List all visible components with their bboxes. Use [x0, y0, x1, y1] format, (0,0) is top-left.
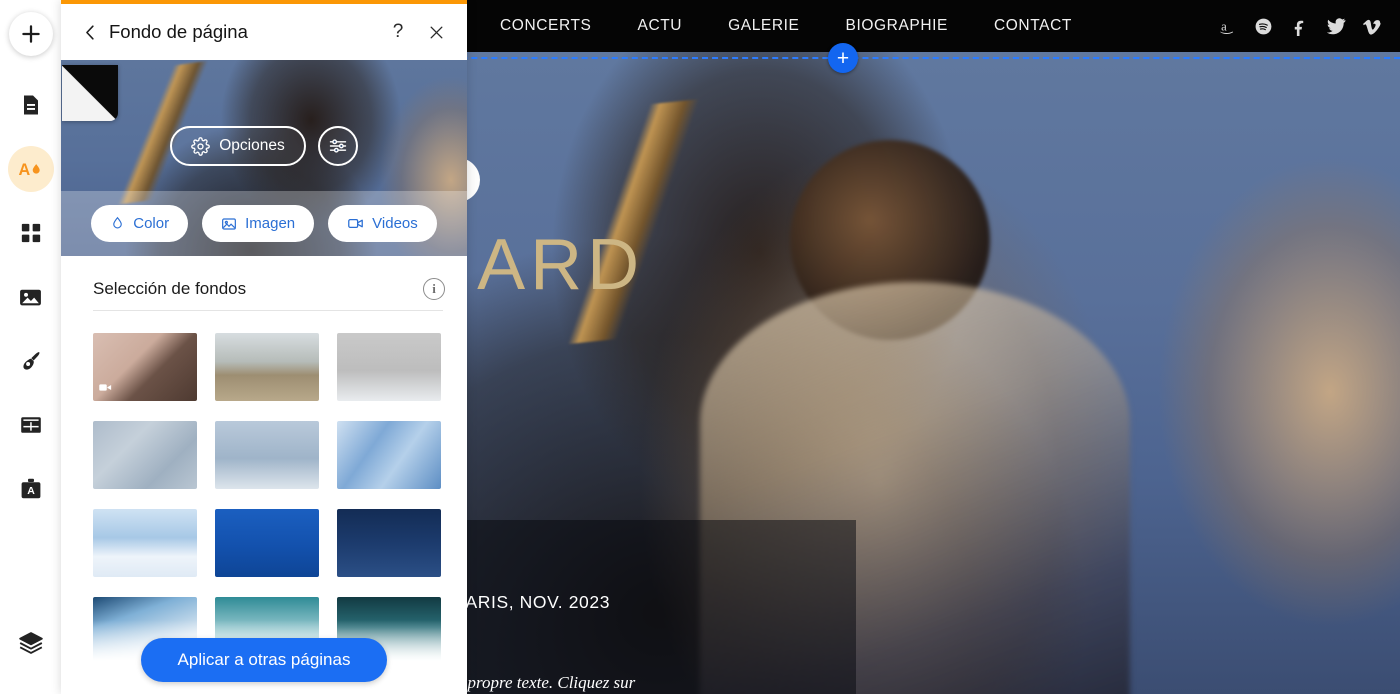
theme-letter-a-droplet-icon: A — [18, 161, 40, 179]
chevron-left-icon — [85, 24, 94, 40]
sliders-icon — [329, 139, 346, 153]
amazon-icon[interactable]: a — [1218, 17, 1237, 36]
tab-color[interactable]: Color — [91, 205, 189, 242]
sidebar-item-blog[interactable] — [8, 338, 54, 384]
image-icon — [20, 289, 41, 305]
social-links: a — [1218, 16, 1382, 36]
close-icon — [430, 26, 442, 38]
add-section-button[interactable]: + — [828, 43, 858, 73]
briefcase-a-icon: A — [21, 478, 40, 499]
editor-tool-rail: A A — [0, 0, 61, 694]
section-header: Selección de fondos i — [61, 256, 467, 310]
add-element-button[interactable] — [8, 12, 53, 56]
thumb-glass-towers[interactable] — [337, 421, 441, 489]
back-button[interactable] — [75, 23, 105, 42]
close-button[interactable] — [425, 21, 447, 43]
sidebar-item-pages[interactable] — [8, 82, 54, 128]
droplet-icon — [113, 216, 123, 229]
sidebar-item-apps[interactable] — [8, 210, 54, 256]
image-icon — [222, 217, 237, 230]
nav-item-biographie[interactable]: BIOGRAPHIE — [846, 17, 948, 35]
color-swatch[interactable] — [62, 65, 118, 121]
help-button[interactable]: ? — [387, 21, 409, 43]
apply-to-other-pages-button[interactable]: Aplicar a otras páginas — [141, 638, 387, 682]
layers-icon — [18, 632, 43, 654]
sidebar-item-branding[interactable]: A — [8, 466, 54, 512]
site-nav: CONCERTS ACTU GALERIE BIOGRAPHIE CONTACT — [500, 17, 1072, 35]
svg-text:a: a — [1221, 19, 1227, 33]
panel-title: Fondo de página — [109, 21, 248, 42]
twitter-icon[interactable] — [1326, 16, 1346, 36]
panel-header: Fondo de página ? — [61, 4, 467, 60]
svg-text:A: A — [18, 161, 30, 179]
adjust-button[interactable] — [317, 126, 358, 166]
facebook-icon[interactable] — [1290, 17, 1309, 36]
thumb-dancer-blue[interactable] — [215, 421, 319, 489]
thumb-tennis-player[interactable] — [337, 509, 441, 577]
sidebar-item-layers[interactable] — [8, 620, 54, 666]
nav-item-contact[interactable]: CONTACT — [994, 17, 1072, 35]
tab-videos[interactable]: Videos — [328, 205, 437, 242]
background-preview[interactable]: Opciones Color Imagen Videos — [61, 60, 467, 256]
thumb-branch-shadow[interactable] — [93, 333, 197, 401]
tab-imagen-label: Imagen — [245, 215, 296, 232]
panel-header-actions: ? — [387, 21, 453, 43]
preview-action-row: Opciones — [61, 126, 467, 166]
spotify-icon[interactable] — [1254, 17, 1273, 36]
table-layout-icon — [20, 417, 41, 433]
thumb-lemon-splash[interactable] — [215, 509, 319, 577]
grid-squares-icon — [21, 223, 40, 243]
background-thumbnail-grid — [61, 311, 467, 665]
tab-color-label: Color — [133, 215, 170, 232]
thumb-mountain-cabin[interactable] — [215, 333, 319, 401]
svg-text:A: A — [27, 485, 35, 497]
background-type-tabs: Color Imagen Videos — [61, 191, 467, 256]
video-camera-icon — [348, 218, 364, 229]
options-button-label: Opciones — [219, 137, 285, 154]
vimeo-icon[interactable] — [1363, 17, 1382, 36]
thumb-santorini[interactable] — [93, 509, 197, 577]
panel-scroll-body[interactable]: Selección de fondos i Aplicar a otras pá… — [61, 256, 467, 694]
sidebar-item-media[interactable] — [8, 274, 54, 320]
saxophone-shape — [493, 94, 767, 350]
tab-videos-label: Videos — [372, 215, 418, 232]
thumb-sculpture-grey[interactable] — [337, 333, 441, 401]
editor-window: IE BERNARD tiste. Compositeur TROMPETTE … — [0, 0, 1400, 694]
thumb-glasses-pattern[interactable] — [93, 421, 197, 489]
section-title: Selección de fondos — [93, 279, 247, 298]
options-button[interactable]: Opciones — [170, 126, 306, 166]
sidebar-item-layouts[interactable] — [8, 402, 54, 448]
video-camera-icon — [98, 380, 113, 395]
tab-imagen[interactable]: Imagen — [202, 205, 315, 242]
nav-item-galerie[interactable]: GALERIE — [728, 17, 799, 35]
nav-item-concerts[interactable]: CONCERTS — [500, 17, 592, 35]
plus-icon — [21, 25, 40, 43]
page-background-panel: Fondo de página ? Opciones Color Imagen … — [61, 0, 467, 694]
pen-nib-icon — [23, 351, 40, 370]
gear-icon — [191, 136, 211, 156]
info-icon[interactable]: i — [423, 278, 445, 300]
sidebar-item-design[interactable]: A — [7, 146, 54, 192]
nav-item-actu[interactable]: ACTU — [638, 17, 683, 35]
page-icon — [23, 95, 38, 115]
